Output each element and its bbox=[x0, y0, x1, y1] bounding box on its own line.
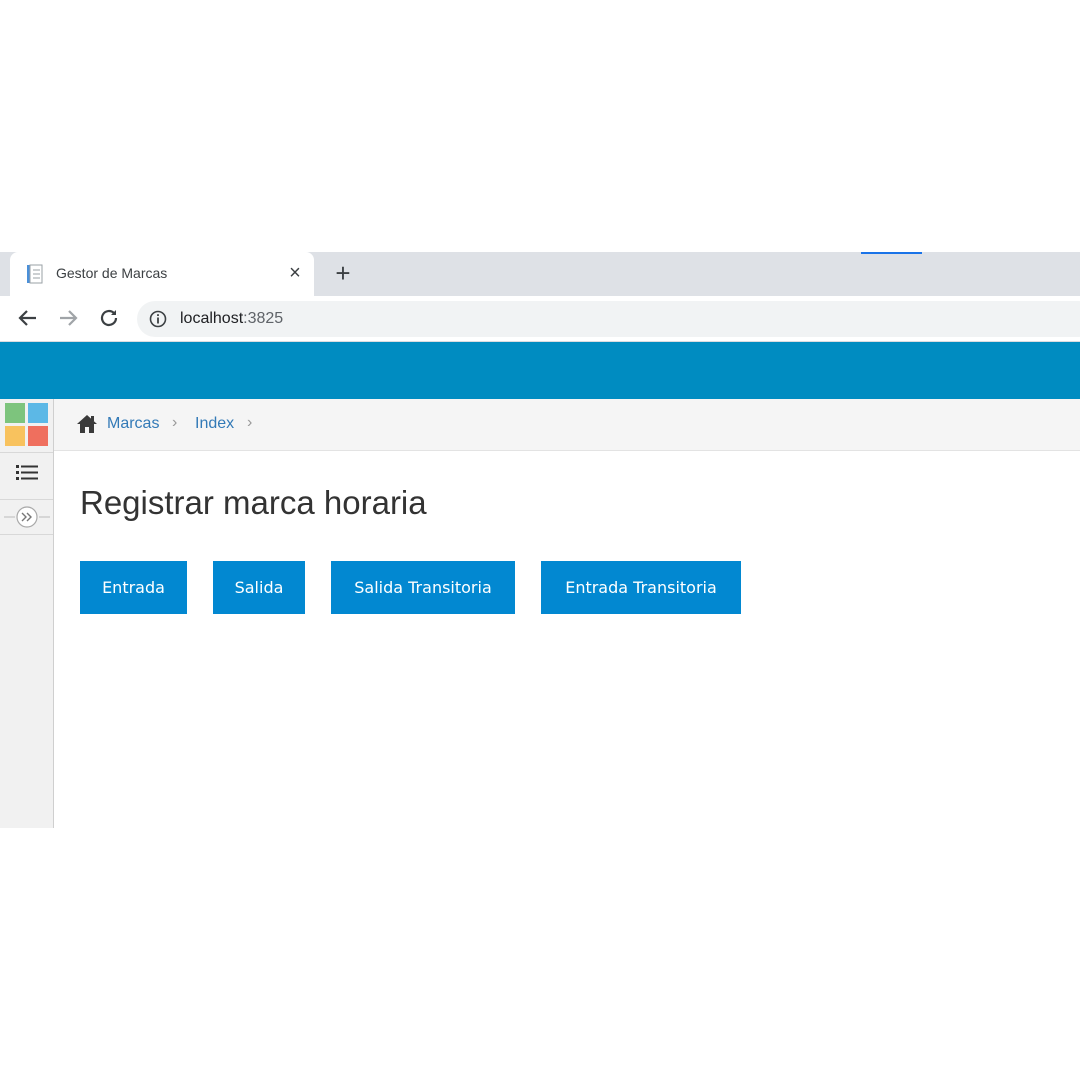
sidebar-menu-button[interactable] bbox=[0, 452, 53, 493]
browser-tab-strip: Gestor de Marcas × + bbox=[0, 252, 1080, 296]
back-arrow-icon[interactable] bbox=[16, 306, 40, 330]
browser-tab[interactable]: Gestor de Marcas × bbox=[10, 252, 314, 296]
sidebar bbox=[0, 399, 54, 828]
salida-transitoria-button[interactable]: Salida Transitoria bbox=[331, 561, 515, 614]
entrada-button[interactable]: Entrada bbox=[80, 561, 187, 614]
info-icon[interactable] bbox=[149, 310, 167, 328]
close-tab-icon[interactable]: × bbox=[284, 262, 306, 284]
reload-icon[interactable] bbox=[97, 306, 121, 330]
salida-button[interactable]: Salida bbox=[213, 561, 305, 614]
page-title: Registrar marca horaria bbox=[80, 484, 427, 521]
app-header bbox=[0, 342, 1080, 399]
address-bar[interactable]: localhost:3825 bbox=[137, 301, 1080, 337]
app-logo-icon[interactable] bbox=[5, 403, 49, 447]
breadcrumb-item-marcas[interactable]: Marcas bbox=[107, 415, 159, 433]
document-icon bbox=[27, 264, 43, 284]
logo-tile bbox=[5, 403, 25, 423]
breadcrumb-separator-icon: › bbox=[172, 414, 178, 431]
entrada-transitoria-button[interactable]: Entrada Transitoria bbox=[541, 561, 741, 614]
tab-strip-accent bbox=[861, 252, 922, 254]
logo-tile bbox=[28, 426, 48, 446]
breadcrumb-separator-icon: › bbox=[247, 414, 253, 431]
tab-title: Gestor de Marcas bbox=[56, 265, 168, 281]
forward-arrow-icon[interactable] bbox=[56, 306, 80, 330]
sidebar-expand-button[interactable] bbox=[0, 499, 53, 535]
url-host: localhost bbox=[180, 310, 244, 327]
breadcrumb: Marcas › Index › bbox=[54, 399, 1080, 451]
browser-toolbar: localhost:3825 bbox=[0, 296, 1080, 342]
breadcrumb-item-index[interactable]: Index bbox=[195, 415, 234, 433]
double-chevron-right-icon bbox=[4, 506, 50, 528]
new-tab-button[interactable]: + bbox=[330, 260, 356, 286]
url-port: :3825 bbox=[243, 310, 284, 327]
url-text: localhost:3825 bbox=[180, 310, 283, 328]
logo-tile bbox=[5, 426, 25, 446]
logo-tile bbox=[28, 403, 48, 423]
list-icon bbox=[16, 465, 38, 480]
home-icon[interactable] bbox=[76, 414, 98, 434]
